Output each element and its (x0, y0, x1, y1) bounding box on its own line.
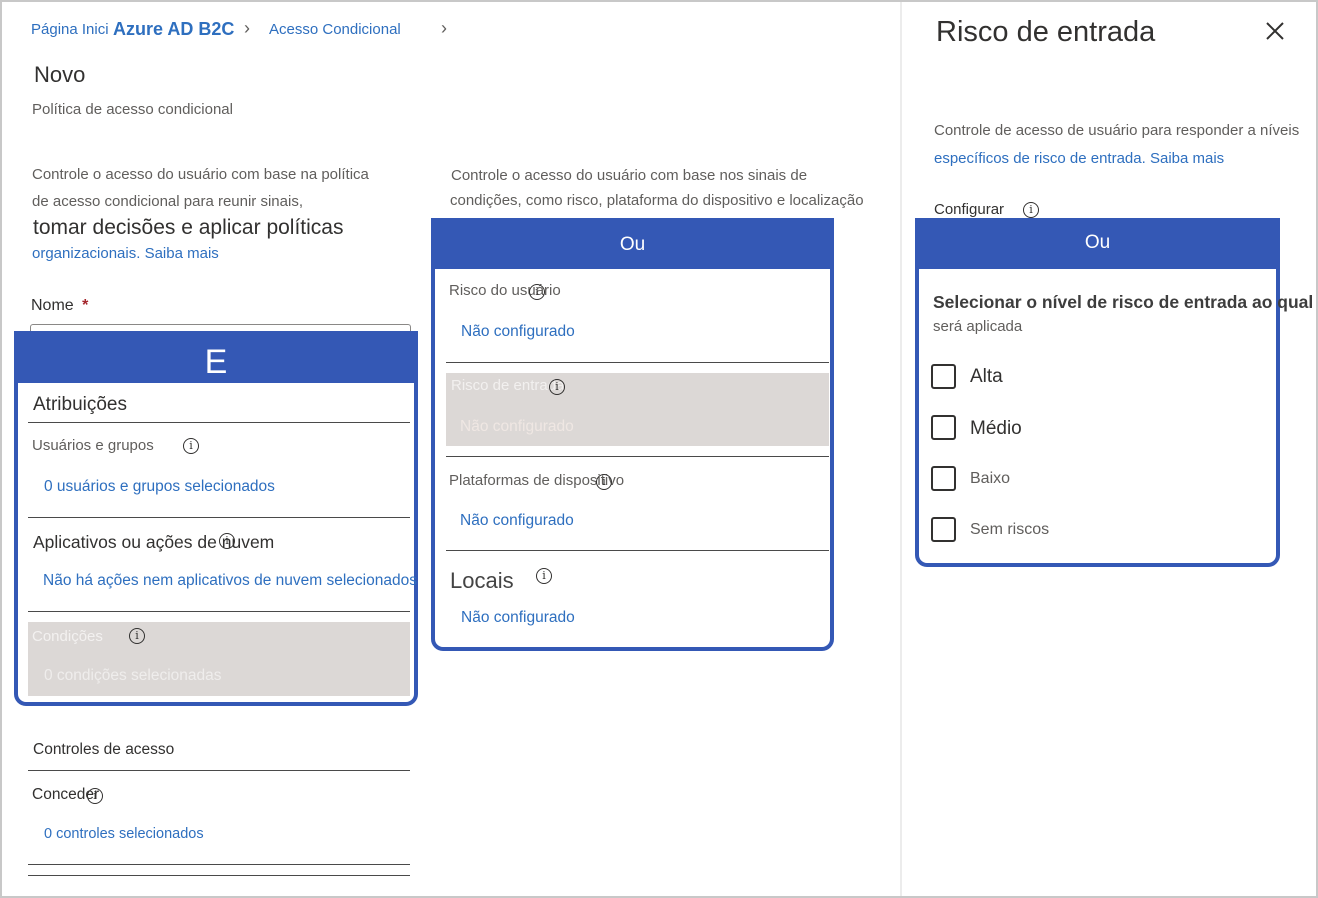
intro-line-2: de acesso condicional para reunir sinais… (32, 193, 303, 210)
info-icon[interactable]: i (87, 788, 103, 804)
option-low-label: Baixo (970, 470, 1011, 487)
access-controls-heading: Controles de acesso (33, 741, 175, 758)
divider (446, 456, 829, 457)
locations-value-link[interactable]: Não configurado (461, 609, 575, 627)
users-groups-value-link[interactable]: 0 usuários e grupos selecionados (44, 478, 275, 496)
option-no-risk-label: Sem riscos (970, 521, 1050, 538)
pane-desc-line-1: Controle de acesso de usuário para respo… (934, 122, 1300, 139)
required-mark: * (82, 297, 89, 314)
breadcrumb-section-link[interactable]: Acesso Condicional (269, 21, 401, 38)
info-icon[interactable]: i (536, 568, 552, 584)
info-icon[interactable]: i (529, 284, 545, 300)
info-icon[interactable]: i (183, 438, 199, 454)
name-label: Nome * (31, 297, 88, 315)
risk-level-prompt-line-2: será aplicada (933, 318, 1023, 335)
page-subtitle: Política de acesso condicional (32, 101, 233, 118)
checkbox-low[interactable] (931, 466, 956, 491)
checkbox-high[interactable] (931, 364, 956, 389)
conditions-intro-line-2: condições, como risco, plataforma do dis… (450, 192, 864, 209)
conditions-intro-line-1: Controle o acesso do usuário com base no… (451, 167, 808, 184)
intro-learn-more-link[interactable]: Saiba mais (145, 245, 219, 262)
assignments-heading: Atribuições (33, 394, 127, 415)
divider (28, 517, 410, 518)
intro-line-4: organizacionais. Saiba mais (32, 245, 219, 262)
pane-title: Risco de entrada (936, 16, 1156, 48)
page-title: Novo (34, 62, 86, 87)
checkbox-medium[interactable] (931, 415, 956, 440)
risk-level-header: Ou (915, 218, 1280, 269)
info-icon[interactable]: i (1023, 202, 1039, 218)
and-group-header: E (14, 331, 418, 383)
risk-level-prompt: Selecionar o nível de risco de entrada a… (933, 292, 1314, 312)
grant-value-link[interactable]: 0 controles selecionados (44, 826, 204, 842)
option-medium-label: Médio (970, 418, 1022, 439)
risk-level-box (915, 218, 1280, 567)
info-icon[interactable]: i (129, 628, 145, 644)
pane-desc-text: específicos de risco de entrada. (934, 150, 1146, 167)
divider (28, 875, 410, 876)
divider (28, 422, 410, 423)
locations-label: Locais (450, 568, 514, 593)
cloud-apps-label: Aplicativos ou ações de nuvem (33, 532, 275, 552)
info-icon[interactable]: i (596, 474, 612, 490)
divider (446, 362, 829, 363)
info-icon[interactable]: i (219, 533, 235, 549)
checkbox-no-risk[interactable] (931, 517, 956, 542)
divider (28, 611, 410, 612)
cloud-apps-value-link[interactable]: Não há ações nem aplicativos de nuvem se… (43, 572, 417, 590)
conditions-value-link[interactable]: 0 condições selecionadas (44, 667, 222, 685)
pane-learn-more-link[interactable]: Saiba mais (1150, 150, 1224, 167)
conditions-label: Condições (32, 628, 103, 645)
signin-risk-label: Risco de entrada (451, 377, 565, 394)
option-high-label: Alta (970, 366, 1003, 387)
chevron-right-icon: › (244, 18, 250, 38)
intro-line-1: Controle o acesso do usuário com base na… (32, 166, 369, 183)
pane-desc-line-2: específicos de risco de entrada. Saiba m… (934, 150, 1224, 167)
info-icon[interactable]: i (549, 379, 565, 395)
divider (446, 550, 829, 551)
or-group-header: Ou (431, 218, 834, 269)
intro-line-3: tomar decisões e aplicar políticas (33, 216, 344, 239)
breadcrumb: Página Inici Azure AD B2C › Acesso Condi… (31, 18, 471, 42)
chevron-right-icon: › (441, 18, 447, 38)
user-risk-value-link[interactable]: Não configurado (461, 323, 575, 341)
divider (28, 864, 410, 865)
device-platforms-value-link[interactable]: Não configurado (460, 512, 574, 530)
divider (28, 770, 410, 771)
breadcrumb-home-link[interactable]: Página Inici (31, 21, 113, 38)
close-icon[interactable] (1262, 18, 1288, 44)
users-groups-label: Usuários e grupos (32, 437, 154, 454)
intro-org-text: organizacionais. (32, 245, 141, 262)
breadcrumb-service-link[interactable]: Azure AD B2C (113, 19, 234, 40)
signin-risk-value-link[interactable]: Não configurado (460, 418, 574, 436)
name-label-text: Nome (31, 297, 74, 314)
configure-label: Configurar (934, 201, 1005, 218)
